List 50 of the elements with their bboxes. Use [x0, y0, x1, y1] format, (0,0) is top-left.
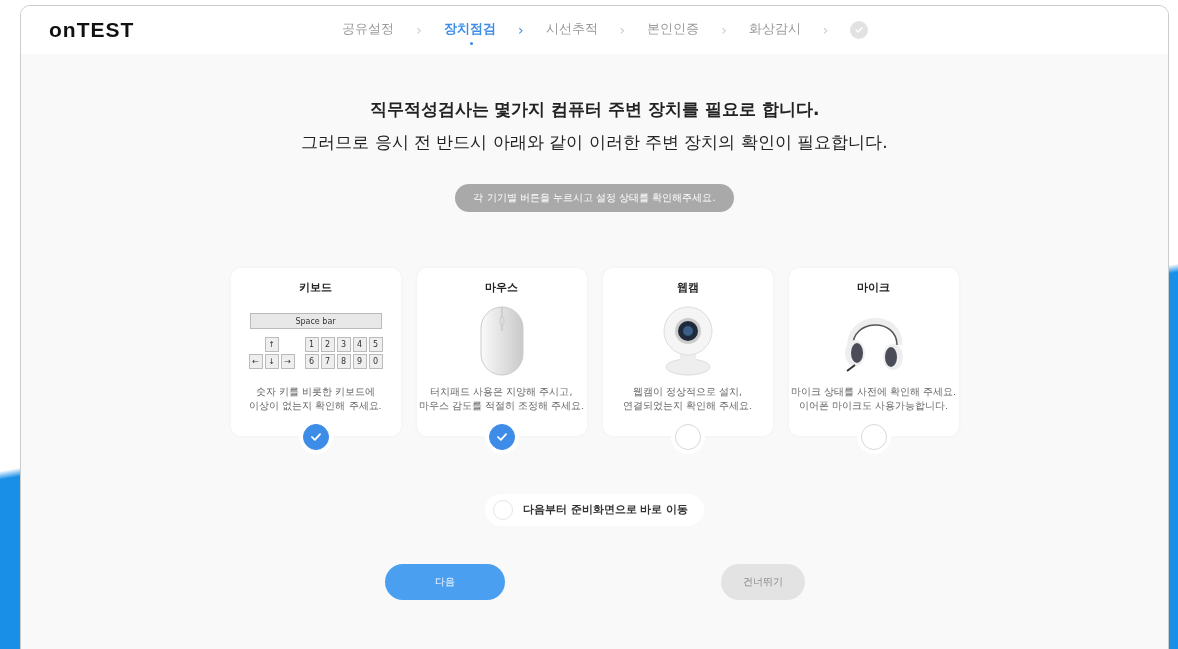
card-description: 웹캠이 정상적으로 설치, 연결되었는지 확인해 주세요.: [622, 385, 753, 413]
option-label: 다음부터 준비화면으로 바로 이동: [523, 503, 688, 517]
card-title: 웹캠: [676, 280, 699, 295]
check-circle-icon[interactable]: [850, 21, 869, 39]
device-card[interactable]: 마이크 마이크 상태를 사전에 확인해 주세요. 이어폰 마이크도 사용가능합니다.: [788, 268, 959, 436]
arrow-key: ←: [248, 354, 263, 369]
chevron-icon: ›: [721, 22, 727, 38]
keyboard-drawing: Space bar ↑ ← ↓ → 1 2 3 4 5 6 7 8 9 0: [248, 313, 383, 369]
number-key: 7: [320, 354, 335, 369]
chevron-icon: ›: [822, 22, 829, 38]
number-key: 5: [368, 337, 383, 352]
step-tab[interactable]: 화상감시: [748, 14, 801, 46]
step-tab[interactable]: 장치점검: [443, 14, 496, 46]
card-description: 터치패드 사용은 지양해 주시고, 마우스 감도를 적절히 조정해 주세요.: [418, 385, 585, 413]
heading: 직무적성검사는 몇가지 컴퓨터 주변 장치를 필요로 합니다.: [369, 98, 820, 121]
card-description: 숫자 키를 비롯한 키보드에 이상이 없는지 확인해 주세요.: [249, 385, 382, 413]
arrow-key: ↓: [264, 354, 279, 369]
step-tab[interactable]: 공유설정: [342, 14, 395, 46]
step-tab[interactable]: 시선추적: [545, 14, 598, 46]
arrow-key: →: [280, 354, 295, 369]
number-key: 0: [368, 354, 383, 369]
check-toggle[interactable]: [302, 424, 329, 450]
check-icon: [494, 430, 509, 444]
check-icon: [308, 430, 323, 444]
number-key: 1: [304, 337, 319, 352]
chevron-icon: ›: [517, 22, 524, 38]
hint-pill: 각 기기별 버튼을 누르시고 설정 상태를 확인해주세요.: [455, 184, 734, 212]
number-key: 4: [352, 337, 367, 352]
space-bar-key: Space bar: [249, 313, 382, 329]
device-card[interactable]: 키보드 Space bar ↑ ← ↓ → 1 2 3 4 5 6 7 8 9 0 숫자 키를 비롯한 키보드에 이상이 없는지 확인해 주세요.: [230, 268, 401, 436]
device-card[interactable]: 웹캠 웹캠이 정상적으로 설치, 연결되었는지 확인해 주세요.: [602, 268, 773, 436]
skip-option[interactable]: 다음부터 준비화면으로 바로 이동: [485, 494, 704, 526]
number-key: 6: [304, 354, 319, 369]
card-title: 마이크: [857, 280, 890, 295]
radio-button[interactable]: [493, 500, 513, 520]
chevron-icon: ›: [416, 22, 422, 38]
card-description: 마이크 상태를 사전에 확인해 주세요. 이어폰 마이크도 사용가능합니다.: [790, 385, 957, 413]
next-button[interactable]: 다음: [384, 564, 505, 600]
check-toggle[interactable]: [488, 424, 515, 450]
chevron-icon: ›: [619, 22, 626, 38]
device-card[interactable]: 마우스 터치패드 사용은 지양해 주시고, 마우스 감도를 적절히 조정해 주세요.: [416, 268, 587, 436]
number-key: 3: [336, 337, 351, 352]
subheading: 그러므로 응시 전 반드시 아래와 같이 이러한 주변 장치의 확인이 필요합니다.: [301, 131, 888, 154]
step-tab[interactable]: 본인인증: [647, 14, 700, 46]
number-key: 8: [336, 354, 351, 369]
number-key: 2: [320, 337, 335, 352]
logo: onTEST: [49, 18, 135, 42]
card-title: 마우스: [485, 280, 518, 295]
card-title: 키보드: [299, 280, 332, 295]
number-key: 9: [352, 354, 367, 369]
